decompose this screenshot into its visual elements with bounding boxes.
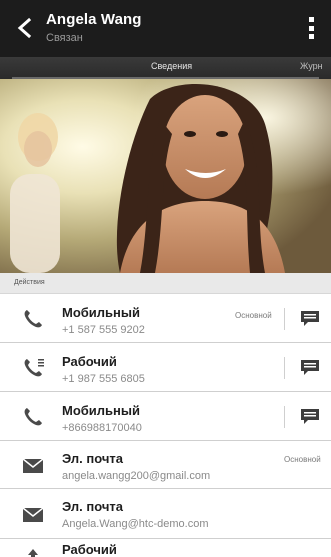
- tab-details[interactable]: Сведения: [151, 61, 192, 71]
- app-bar: Angela Wang Связан: [0, 0, 331, 57]
- row-label: Мобильный: [62, 305, 140, 320]
- row-divider: [284, 406, 285, 428]
- contact-name: Angela Wang: [46, 11, 142, 28]
- contact-row[interactable]: Мобильный +1 587 555 9202 Основной: [0, 294, 331, 343]
- contact-row[interactable]: Рабочий +1 987 555 6805: [0, 343, 331, 392]
- tab-history[interactable]: Журн: [300, 61, 323, 71]
- row-label: Мобильный: [62, 403, 140, 418]
- row-value: +1 587 555 9202: [62, 324, 145, 336]
- mail-icon: [22, 507, 44, 522]
- row-label: Рабочий: [62, 354, 117, 369]
- primary-tag: Основной: [235, 311, 272, 320]
- row-divider: [284, 357, 285, 379]
- message-icon[interactable]: [300, 310, 320, 328]
- overflow-menu-icon[interactable]: [307, 17, 315, 39]
- primary-tag: Основной: [284, 455, 321, 464]
- phone-icon: [24, 408, 42, 426]
- row-value: angela.wangg200@gmail.com: [62, 470, 211, 482]
- contact-row[interactable]: Рабочий: [0, 539, 331, 557]
- contact-row[interactable]: Мобильный +866988170040: [0, 392, 331, 441]
- work-phone-icon: [24, 359, 44, 377]
- contact-row[interactable]: Эл. почта angela.wangg200@gmail.com Осно…: [0, 441, 331, 489]
- row-value: Angela.Wang@htc-demo.com: [62, 518, 209, 530]
- phone-icon: [24, 310, 42, 328]
- row-divider: [284, 308, 285, 330]
- section-header: Действия: [0, 273, 331, 294]
- contact-photo-image: [0, 79, 331, 273]
- message-icon[interactable]: [300, 359, 320, 377]
- address-icon: [28, 549, 38, 557]
- row-label: Эл. почта: [62, 499, 124, 514]
- row-value: +866988170040: [62, 422, 142, 434]
- contact-status: Связан: [46, 32, 83, 44]
- mail-icon: [22, 458, 44, 473]
- message-icon[interactable]: [300, 408, 320, 426]
- row-label: Эл. почта: [62, 451, 124, 466]
- row-label: Рабочий: [62, 542, 117, 557]
- tab-strip: Сведения Журн: [0, 57, 331, 79]
- back-arrow-icon[interactable]: [14, 17, 36, 39]
- section-label: Действия: [14, 279, 45, 286]
- contact-row[interactable]: Эл. почта Angela.Wang@htc-demo.com: [0, 489, 331, 539]
- row-value: +1 987 555 6805: [62, 373, 145, 385]
- contact-photo[interactable]: [0, 79, 331, 273]
